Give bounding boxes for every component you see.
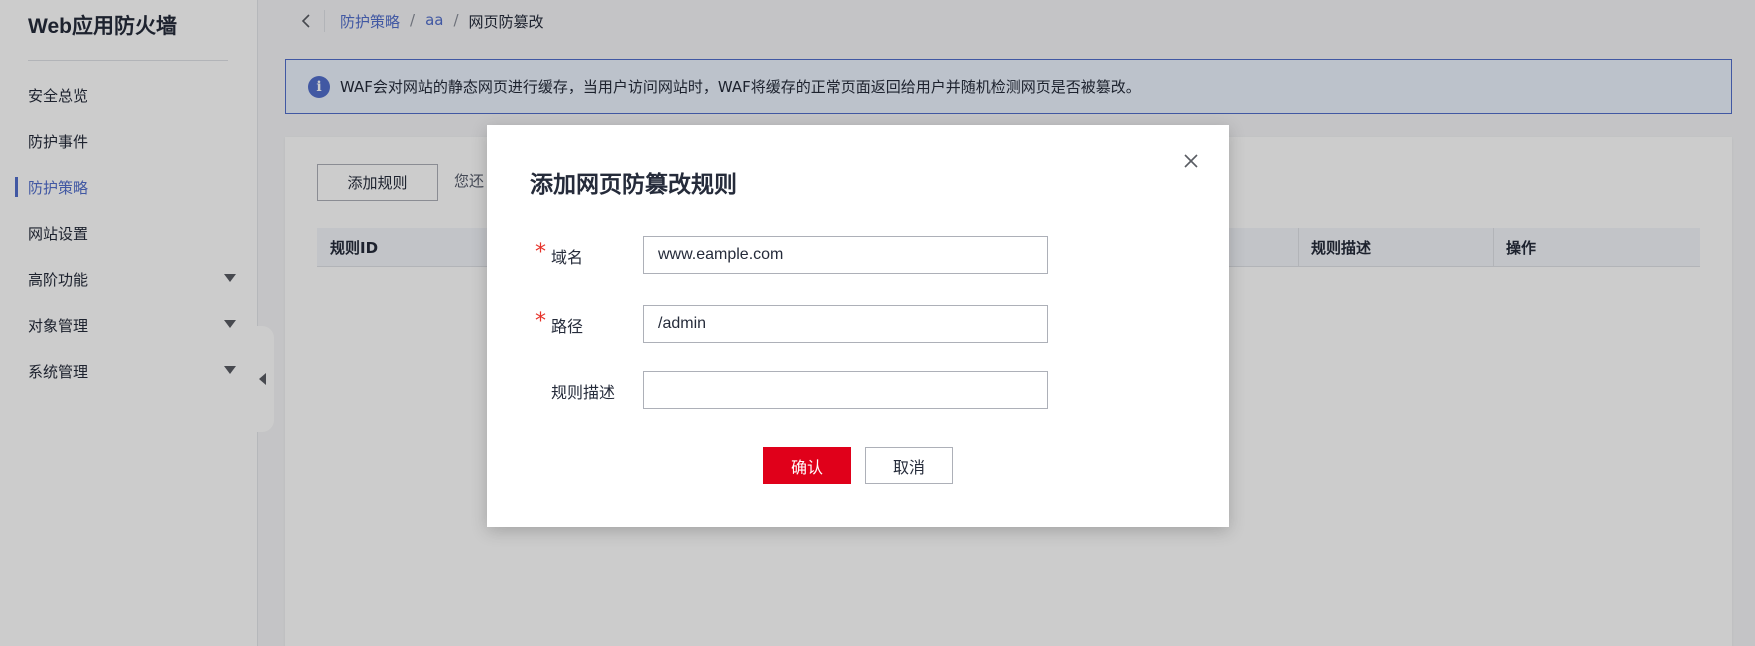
domain-input[interactable] [643,236,1048,274]
form-row-description: 规则描述 [487,371,1229,409]
confirm-button[interactable]: 确认 [763,447,851,484]
path-label: 路径 [551,317,584,336]
required-asterisk: * [535,240,546,265]
domain-label: 域名 [551,248,584,267]
path-input[interactable] [643,305,1048,343]
add-tamper-rule-dialog: 添加网页防篡改规则 * 域名 * 路径 规则描述 确认 取消 [487,125,1229,527]
dialog-title: 添加网页防篡改规则 [530,172,737,198]
cancel-button[interactable]: 取消 [865,447,953,484]
rule-description-input[interactable] [643,371,1048,409]
form-row-domain: * 域名 [487,236,1229,274]
form-row-path: * 路径 [487,305,1229,343]
close-button[interactable] [1179,149,1203,173]
rule-description-label: 规则描述 [551,383,616,402]
close-icon [1184,154,1198,168]
required-asterisk: * [535,309,546,334]
